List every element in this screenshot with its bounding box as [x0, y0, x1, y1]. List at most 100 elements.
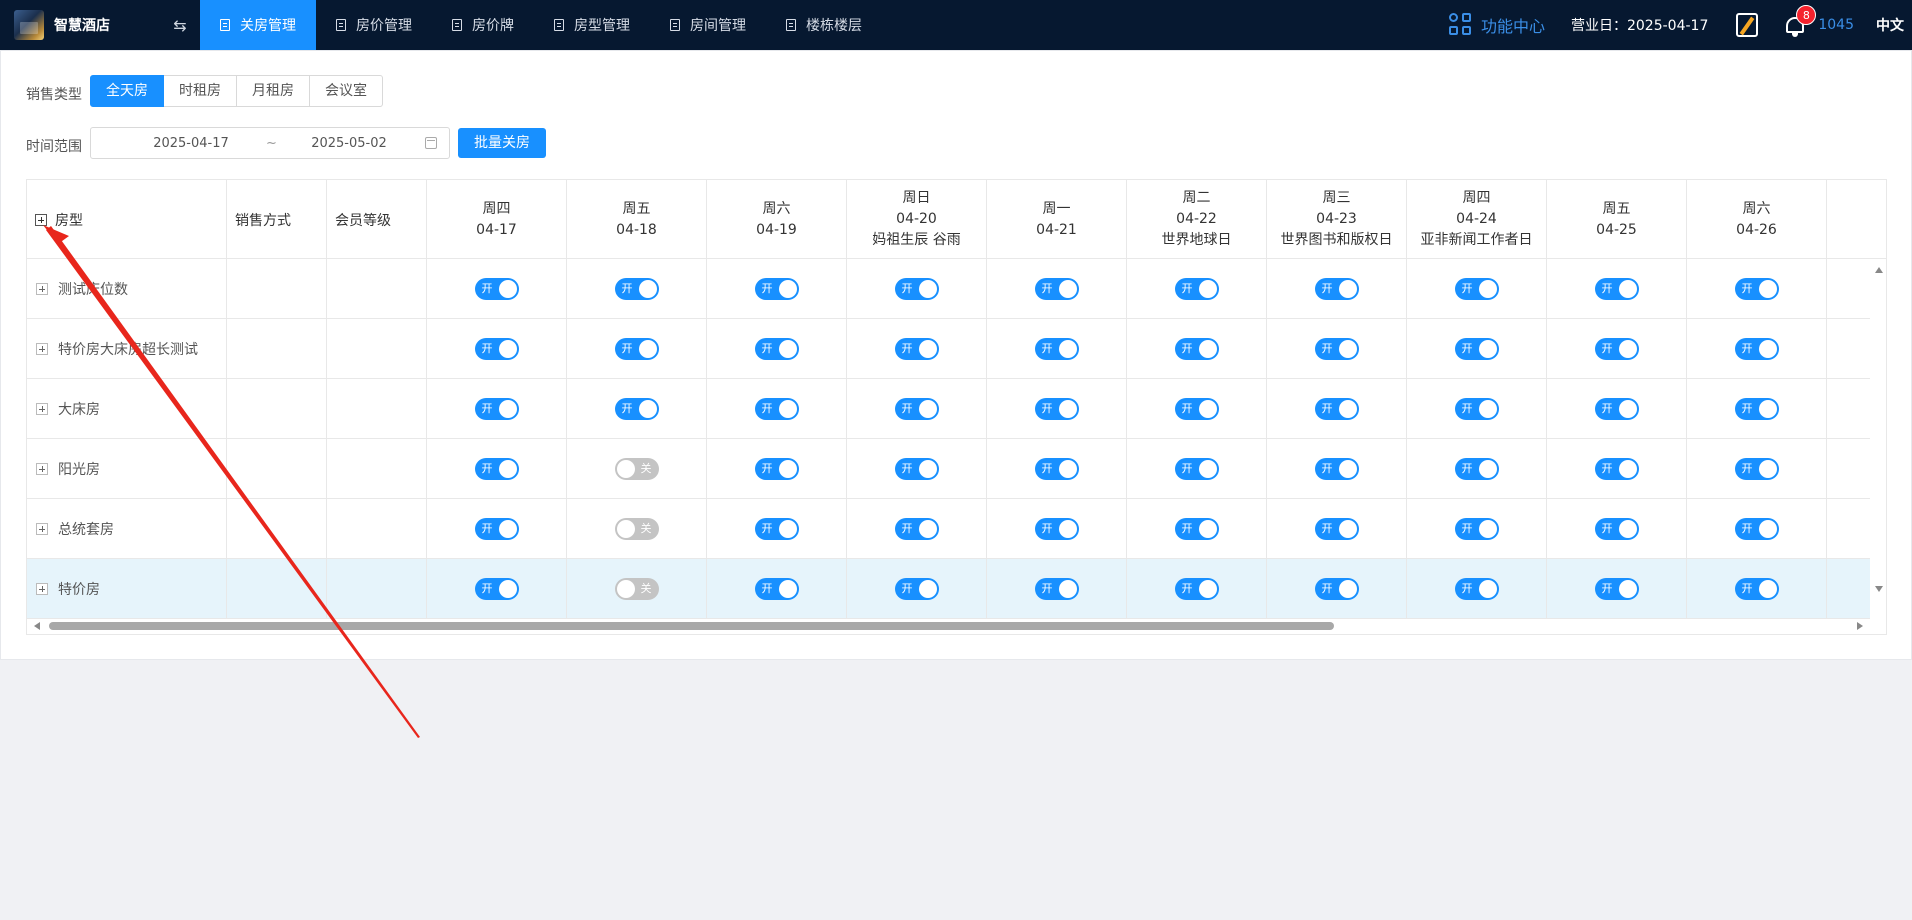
open-toggle[interactable]: 开 [1174, 397, 1219, 420]
open-toggle[interactable]: 开 [1034, 457, 1079, 480]
sales-type-option[interactable]: 月租房 [237, 75, 310, 107]
closed-toggle[interactable]: 关 [614, 457, 659, 480]
open-toggle[interactable]: 开 [1734, 397, 1779, 420]
closed-toggle[interactable]: 关 [614, 577, 659, 600]
open-toggle[interactable]: 开 [754, 337, 799, 360]
expand-all-icon[interactable] [35, 213, 47, 226]
expand-row-icon[interactable] [36, 582, 48, 595]
open-toggle[interactable]: 开 [1594, 577, 1639, 600]
open-toggle[interactable]: 开 [1034, 397, 1079, 420]
notification-bell-icon[interactable]: 8 [1784, 5, 1817, 37]
open-toggle[interactable]: 开 [1594, 397, 1639, 420]
open-toggle[interactable]: 开 [1734, 517, 1779, 540]
sales-type-option[interactable]: 全天房 [90, 75, 164, 107]
open-toggle[interactable]: 开 [1314, 517, 1359, 540]
open-toggle[interactable]: 开 [894, 517, 939, 540]
open-toggle[interactable]: 开 [1454, 277, 1499, 300]
open-toggle[interactable]: 开 [1594, 517, 1639, 540]
open-toggle[interactable]: 开 [474, 397, 519, 420]
open-toggle[interactable]: 开 [1454, 457, 1499, 480]
open-toggle[interactable]: 开 [1314, 577, 1359, 600]
open-toggle[interactable]: 开 [1034, 577, 1079, 600]
open-toggle[interactable]: 开 [754, 517, 799, 540]
scroll-left-icon[interactable] [34, 622, 40, 630]
open-toggle[interactable]: 开 [1594, 337, 1639, 360]
nav-tab-1[interactable]: 房价管理 [316, 0, 432, 50]
open-toggle[interactable]: 开 [894, 277, 939, 300]
nav-tab-4[interactable]: 房间管理 [650, 0, 766, 50]
open-toggle[interactable]: 开 [1594, 277, 1639, 300]
open-toggle[interactable]: 开 [1734, 337, 1779, 360]
open-toggle[interactable]: 开 [1174, 517, 1219, 540]
sales-type-option[interactable]: 会议室 [310, 75, 383, 107]
open-toggle[interactable]: 开 [1034, 337, 1079, 360]
open-toggle[interactable]: 开 [1174, 337, 1219, 360]
header-weekday: 周六 [762, 200, 791, 217]
open-toggle[interactable]: 开 [1454, 397, 1499, 420]
closed-toggle[interactable]: 关 [614, 517, 659, 540]
open-toggle[interactable]: 开 [474, 277, 519, 300]
day-status-cell: 开 [1267, 499, 1407, 558]
open-toggle[interactable]: 开 [1174, 457, 1219, 480]
open-toggle[interactable]: 开 [1314, 277, 1359, 300]
open-toggle[interactable]: 开 [894, 397, 939, 420]
open-toggle[interactable]: 开 [1454, 337, 1499, 360]
horizontal-scroll-thumb[interactable] [49, 622, 1334, 630]
end-date-input[interactable]: 2025-05-02 [274, 136, 424, 151]
expand-row-icon[interactable] [36, 522, 48, 535]
open-toggle[interactable]: 开 [894, 457, 939, 480]
day-status-cell: 开 [1267, 379, 1407, 438]
open-toggle[interactable]: 开 [1594, 457, 1639, 480]
open-toggle[interactable]: 开 [1454, 517, 1499, 540]
open-toggle[interactable]: 开 [614, 277, 659, 300]
brand[interactable]: 智慧酒店 [0, 10, 160, 40]
sales-type-option[interactable]: 时租房 [164, 75, 237, 107]
open-toggle[interactable]: 开 [1314, 397, 1359, 420]
open-toggle[interactable]: 开 [1314, 457, 1359, 480]
calendar-icon[interactable] [425, 137, 437, 149]
open-toggle[interactable]: 开 [1174, 577, 1219, 600]
expand-row-icon[interactable] [36, 402, 48, 415]
open-toggle[interactable]: 开 [1034, 517, 1079, 540]
scroll-right-icon[interactable] [1857, 622, 1863, 630]
batch-close-button[interactable]: 批量关房 [458, 128, 546, 158]
open-toggle[interactable]: 开 [1314, 337, 1359, 360]
open-toggle[interactable]: 开 [474, 457, 519, 480]
open-toggle[interactable]: 开 [474, 577, 519, 600]
nav-tab-2[interactable]: 房价牌 [432, 0, 534, 50]
nav-tab-0[interactable]: 关房管理 [200, 0, 316, 50]
open-toggle[interactable]: 开 [1734, 457, 1779, 480]
vertical-scrollbar[interactable] [1870, 259, 1886, 604]
open-toggle[interactable]: 开 [1734, 577, 1779, 600]
nav-tab-5[interactable]: 楼栋楼层 [766, 0, 882, 50]
toggle-text: 开 [1601, 341, 1613, 355]
open-toggle[interactable]: 开 [754, 397, 799, 420]
open-toggle[interactable]: 开 [754, 577, 799, 600]
open-toggle[interactable]: 开 [1034, 277, 1079, 300]
scroll-down-icon[interactable] [1875, 586, 1883, 592]
open-toggle[interactable]: 开 [614, 337, 659, 360]
switch-system-icon[interactable]: ⇆ [160, 16, 200, 35]
horizontal-scrollbar[interactable] [27, 617, 1870, 634]
language-switch[interactable]: 中文 [1876, 15, 1904, 35]
open-toggle[interactable]: 开 [1734, 277, 1779, 300]
date-range-picker[interactable]: 2025-04-17 ~ 2025-05-02 [90, 127, 450, 159]
expand-row-icon[interactable] [36, 342, 48, 355]
open-toggle[interactable]: 开 [1454, 577, 1499, 600]
open-toggle[interactable]: 开 [894, 337, 939, 360]
user-account[interactable]: 1045 [1818, 17, 1854, 33]
open-toggle[interactable]: 开 [474, 337, 519, 360]
edit-note-icon[interactable] [1736, 13, 1759, 37]
open-toggle[interactable]: 开 [754, 277, 799, 300]
expand-row-icon[interactable] [36, 462, 48, 475]
scroll-up-icon[interactable] [1875, 267, 1883, 273]
expand-row-icon[interactable] [36, 282, 48, 295]
start-date-input[interactable]: 2025-04-17 [116, 136, 266, 151]
open-toggle[interactable]: 开 [894, 577, 939, 600]
open-toggle[interactable]: 开 [1174, 277, 1219, 300]
nav-tab-3[interactable]: 房型管理 [534, 0, 650, 50]
open-toggle[interactable]: 开 [614, 397, 659, 420]
open-toggle[interactable]: 开 [754, 457, 799, 480]
function-center-button[interactable]: 功能中心 [1448, 13, 1545, 37]
open-toggle[interactable]: 开 [474, 517, 519, 540]
